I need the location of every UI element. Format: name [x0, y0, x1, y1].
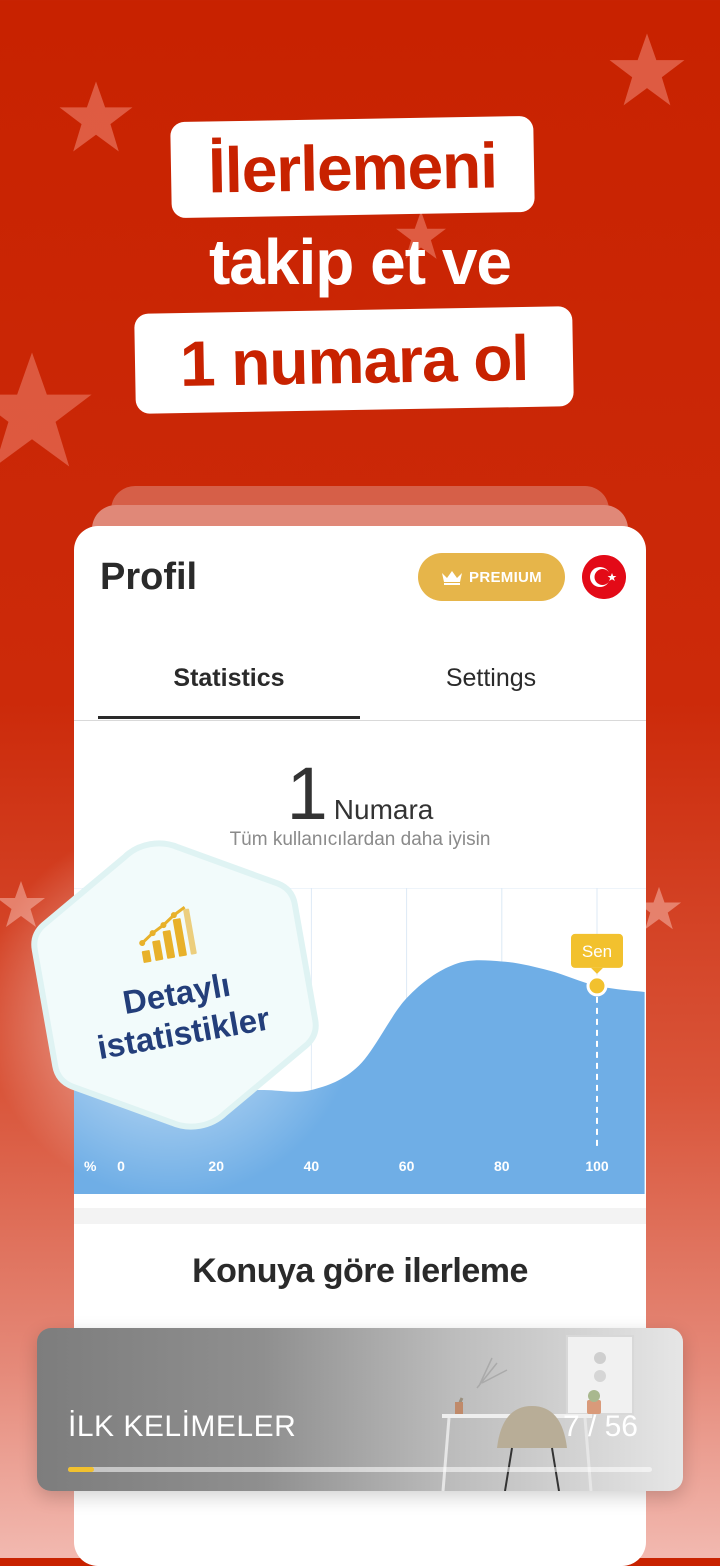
page-title: Profil — [100, 556, 198, 598]
chart-marker-label: Sen — [582, 942, 612, 961]
topic-title: İLK KELİMELER — [68, 1410, 297, 1443]
topic-progress-fill — [68, 1467, 95, 1472]
headline-line3: 1 numara ol — [134, 306, 574, 414]
headline: İlerlemeni takip et ve 1 numara ol — [0, 0, 720, 440]
tab-statistics[interactable]: Statistics — [98, 636, 360, 720]
premium-label: PREMIUM — [469, 568, 542, 586]
topic-progress-bar — [68, 1467, 652, 1472]
badge-content: Detaylı istatistikler — [0, 805, 355, 1164]
chart-tick-label: 60 — [399, 1158, 415, 1174]
chart-tick-label: 80 — [494, 1158, 510, 1174]
crown-icon — [442, 571, 463, 585]
tab-bar: Statistics Settings — [74, 636, 646, 721]
tab-settings[interactable]: Settings — [360, 636, 622, 720]
premium-button[interactable]: PREMIUM — [418, 553, 565, 601]
headline-line1: İlerlemeni — [170, 115, 535, 219]
chart-tick-label: 100 — [585, 1158, 609, 1174]
chart-growth-icon — [139, 905, 197, 963]
topic-card[interactable]: İLK KELİMELER 7 / 56 — [37, 1328, 683, 1491]
headline-line2: takip et ve — [208, 226, 512, 298]
topic-progress-count: 7 / 56 — [562, 1410, 638, 1443]
section-title: Konuya göre ilerleme — [192, 1252, 528, 1290]
chart-marker-dot — [586, 975, 608, 997]
chart-marker-pointer — [591, 967, 603, 974]
active-tab-indicator — [98, 716, 360, 719]
turkey-flag-icon[interactable] — [582, 555, 626, 599]
rank-label: Numara — [333, 794, 434, 825]
detailed-stats-badge: Detaylı istatistikler — [0, 820, 360, 1200]
section-divider — [74, 1208, 646, 1224]
chart-tick-label: 40 — [304, 1158, 320, 1174]
